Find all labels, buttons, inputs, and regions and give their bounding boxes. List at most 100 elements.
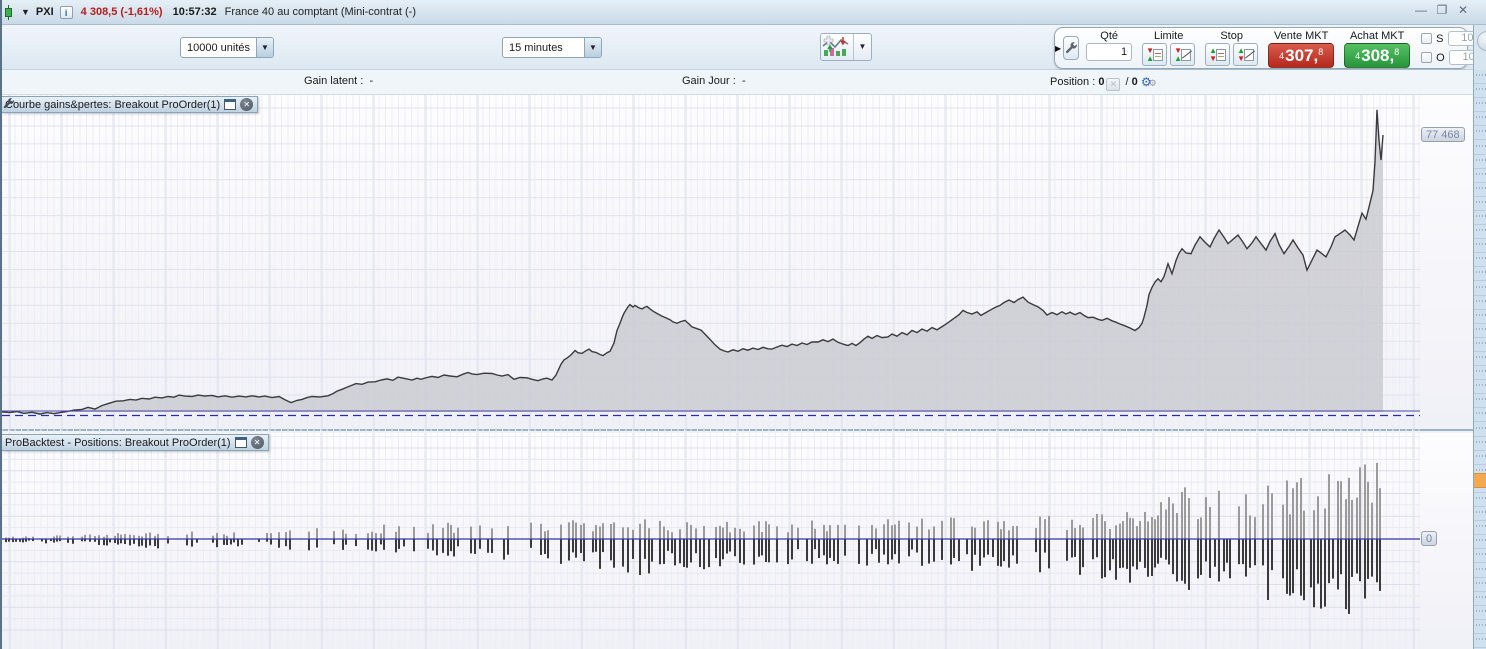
position-bar-short — [1016, 539, 1018, 564]
position-bar-short — [729, 539, 731, 552]
minimize-button[interactable]: — — [1414, 3, 1428, 17]
position-bar-short — [708, 539, 710, 567]
position-bar-short — [627, 539, 629, 572]
position-bar-long — [583, 523, 585, 539]
position-bar-long — [679, 529, 681, 539]
position-bar-long — [823, 525, 825, 539]
position-status: Position : 0✕ / 0 ⚙⚙ — [1050, 75, 1157, 91]
instrument-dropdown-arrow-icon[interactable]: ▼ — [21, 7, 30, 17]
limite-order-button-2[interactable]: ▼▲ — [1170, 43, 1195, 66]
positions-current-value-badge: 0 — [1421, 531, 1437, 546]
position-bar-long — [928, 529, 930, 539]
position-bar-long — [117, 533, 119, 539]
position-bar-short — [1035, 539, 1037, 552]
position-bar-short — [1136, 539, 1138, 569]
positions-panel[interactable]: ProBacktest - Positions: Breakout ProOrd… — [2, 433, 1486, 649]
positions-restore-window-icon[interactable] — [235, 437, 247, 448]
position-bar-short — [342, 539, 344, 550]
position-bar-short — [1262, 539, 1264, 565]
position-bar-long — [753, 525, 755, 539]
position-bar-short — [1044, 539, 1046, 553]
dock-row — [1474, 564, 1486, 578]
position-bar-long — [719, 526, 721, 539]
position-bar-long — [826, 531, 828, 539]
right-dock-corner — [1473, 25, 1486, 70]
position-bar-long — [1345, 499, 1347, 539]
timeframe-dropdown-value: 15 minutes — [503, 42, 569, 54]
position-bar-long — [627, 527, 629, 539]
order-settings-button[interactable] — [1063, 36, 1079, 60]
qty-input[interactable]: 1 — [1086, 43, 1132, 61]
position-bar-short — [580, 539, 582, 553]
position-bar-long — [186, 535, 188, 539]
instrument-description: France 40 au comptant (Mini-contrat (-) — [225, 6, 416, 18]
position-bar-short — [1356, 539, 1358, 573]
position-bar-short — [1197, 539, 1199, 578]
buy-mkt-button[interactable]: 4 308, 8 — [1344, 43, 1410, 68]
positions-chart[interactable] — [2, 433, 1420, 649]
position-bar-short — [726, 539, 728, 554]
stop-order-button-1[interactable]: ▲▼ — [1205, 43, 1230, 66]
position-bar-long — [308, 532, 310, 539]
units-dropdown-arrow-icon[interactable]: ▼ — [256, 38, 273, 57]
equity-panel-header[interactable]: Courbe gains&pertes: Breakout ProOrder(1… — [2, 96, 258, 113]
order-panel-collapse-arrow[interactable]: ▶ — [1055, 28, 1061, 68]
equity-close-icon[interactable]: ✕ — [240, 98, 253, 111]
s-checkbox[interactable] — [1421, 33, 1432, 44]
position-bar-long — [765, 521, 767, 539]
position-bar-short — [1157, 539, 1159, 564]
timeframe-dropdown[interactable]: 15 minutes ▼ — [502, 37, 602, 58]
position-bar-long — [1082, 527, 1084, 539]
position-bar-short — [1168, 539, 1170, 564]
position-bar-short — [858, 539, 860, 564]
maximize-button[interactable]: ❐ — [1435, 3, 1449, 17]
position-bar-short — [933, 539, 935, 562]
sell-mkt-button[interactable]: 4 307, 8 — [1268, 43, 1334, 68]
position-bar-long — [278, 532, 280, 539]
equity-restore-window-icon[interactable] — [224, 99, 236, 110]
timeframe-dropdown-arrow-icon[interactable]: ▼ — [584, 38, 601, 57]
chart-style-button[interactable]: ▼ — [820, 33, 872, 61]
position-bar-short — [823, 539, 825, 555]
position-bar-long — [89, 534, 91, 539]
stop-order-button-2[interactable]: ▲▼ — [1233, 43, 1258, 66]
position-separator: / — [1126, 76, 1129, 88]
equity-wrench-icon[interactable] — [2, 97, 15, 110]
equity-panel[interactable]: Courbe gains&pertes: Breakout ProOrder(1… — [2, 95, 1486, 431]
positions-panel-header[interactable]: ProBacktest - Positions: Breakout ProOrd… — [2, 434, 269, 451]
position-bar-long — [1176, 513, 1178, 539]
sell-mkt-label: Vente MKT — [1274, 29, 1328, 43]
position-bar-short — [1351, 539, 1353, 577]
position-bar-short — [230, 539, 232, 544]
units-dropdown[interactable]: 10000 unités ▼ — [180, 37, 274, 58]
position-bar-long — [1160, 502, 1162, 539]
equity-y-axis[interactable]: 05 00010 00015 00020 00025 00030 00035 0… — [1420, 95, 1472, 429]
equity-chart[interactable] — [2, 95, 1420, 431]
position-bar-long — [447, 523, 449, 539]
position-settings-gear-icon[interactable]: ⚙⚙ — [1141, 75, 1157, 89]
info-icon[interactable]: i — [60, 6, 73, 19]
position-bar-long — [129, 535, 131, 539]
limite-order-button-1[interactable]: ▼▲ — [1142, 43, 1167, 66]
positions-close-icon[interactable]: ✕ — [251, 436, 264, 449]
position-bar-long — [1066, 530, 1068, 539]
position-bar-short — [1245, 539, 1247, 577]
dock-row — [1474, 394, 1486, 408]
right-dock-strip[interactable] — [1473, 70, 1486, 649]
position-bar-short — [413, 539, 415, 551]
position-bar-long — [398, 526, 400, 539]
position-bar-short — [1012, 539, 1014, 555]
close-button[interactable]: ✕ — [1456, 3, 1470, 17]
position-close-icon[interactable]: ✕ — [1106, 78, 1120, 91]
position-bar-short — [674, 539, 676, 565]
chart-style-dropdown-arrow-icon[interactable]: ▼ — [854, 34, 871, 60]
position-bar-short — [974, 539, 976, 555]
position-bar-short — [1359, 539, 1361, 581]
position-bar-short — [507, 539, 509, 555]
dock-highlight-row[interactable] — [1474, 473, 1486, 488]
position-bar-short — [572, 539, 574, 552]
position-bar-long — [1249, 516, 1251, 539]
o-checkbox[interactable] — [1421, 52, 1432, 63]
position-bar-long — [413, 527, 415, 539]
position-bar-long — [663, 527, 665, 539]
